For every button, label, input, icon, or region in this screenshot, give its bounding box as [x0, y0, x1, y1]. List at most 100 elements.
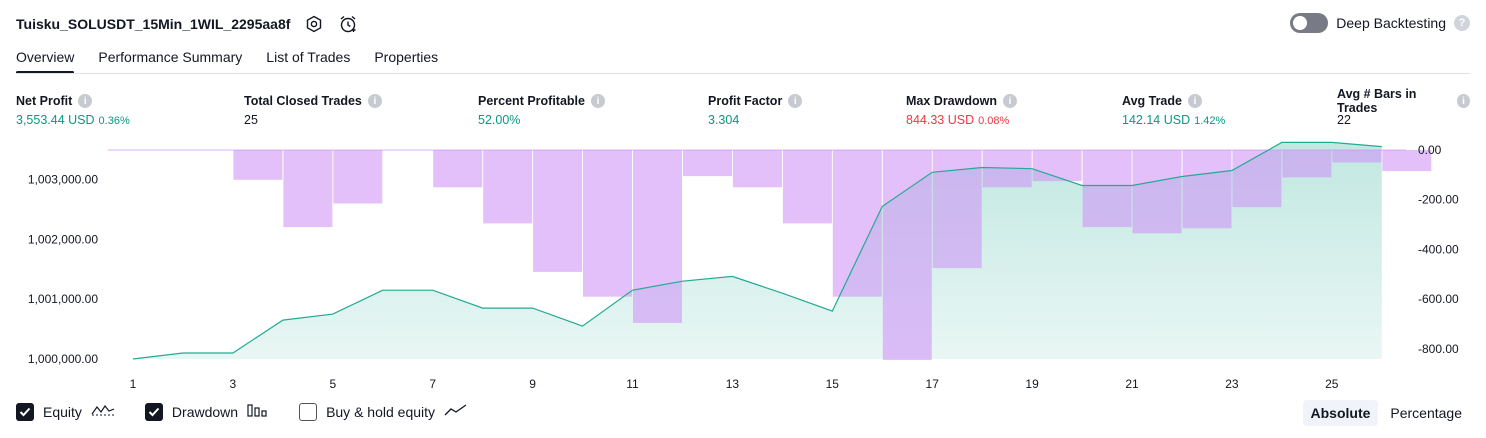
- stat-label: Percent Profitable: [478, 94, 585, 108]
- add-alert-icon[interactable]: [338, 14, 358, 34]
- info-icon[interactable]: i: [1187, 94, 1202, 108]
- x-tick-label: 13: [726, 377, 740, 391]
- stat-value: 142.14 USD: [1122, 113, 1191, 127]
- drawdown-bar: [1232, 150, 1282, 208]
- stat-label: Max Drawdown: [906, 94, 997, 108]
- stat-percent-profitable: Percent Profitable i 52.00%: [478, 93, 605, 127]
- x-tick-label: 25: [1325, 377, 1339, 391]
- stat-value: 52.00%: [478, 113, 521, 127]
- absolute-button[interactable]: Absolute: [1302, 400, 1379, 426]
- drawdown-bar: [1082, 150, 1132, 228]
- info-icon[interactable]: i: [1003, 94, 1017, 108]
- scale-mode-switch: Absolute Percentage: [1302, 400, 1471, 426]
- chart-legend: Equity Drawdown Buy & hold equity: [16, 402, 468, 421]
- stat-net-profit: Net Profit i 3,553.44 USD 0.36%: [16, 93, 130, 127]
- stat-value: 3.304: [708, 113, 740, 127]
- x-tick-label: 11: [626, 377, 639, 391]
- drawdown-bar: [483, 150, 533, 224]
- tab-overview[interactable]: Overview: [16, 44, 75, 74]
- drawdown-bar: [633, 150, 682, 323]
- info-icon[interactable]: i: [367, 94, 382, 108]
- stat-label: Net Profit: [16, 94, 73, 108]
- x-tick-label: 3: [230, 377, 237, 391]
- tab-performance-summary[interactable]: Performance Summary: [98, 44, 242, 74]
- info-icon[interactable]: i: [590, 94, 605, 108]
- stat-value: 22: [1337, 113, 1351, 127]
- tab-properties[interactable]: Properties: [374, 44, 438, 74]
- y-right-tick-label: 0.00: [1418, 143, 1442, 157]
- stat-value: 844.33 USD: [906, 113, 975, 127]
- strategy-title: Tuisku_SOLUSDT_15Min_1WIL_2295aa8f: [16, 16, 291, 32]
- drawdown-bar: [333, 150, 383, 204]
- stat-percent: 0.08%: [978, 115, 1010, 127]
- drawdown-bar: [583, 150, 632, 297]
- percentage-button[interactable]: Percentage: [1382, 400, 1470, 426]
- legend-drawdown-label: Drawdown: [171, 403, 239, 420]
- buy-hold-line-icon: [444, 403, 468, 420]
- y-left-tick-label: 1,002,000.00: [28, 232, 98, 246]
- deep-backtesting: Deep Backtesting ?: [1290, 13, 1470, 33]
- stat-label: Avg Trade: [1122, 94, 1182, 108]
- stat-label: Avg # Bars in Trades: [1337, 87, 1417, 115]
- stat-percent: 0.36%: [98, 115, 130, 127]
- stat-label: Total Closed Trades: [244, 94, 362, 108]
- drawdown-bar: [1032, 150, 1082, 182]
- settings-gear-icon[interactable]: [304, 14, 324, 34]
- info-icon[interactable]: i: [1457, 94, 1470, 108]
- drawdown-bar: [782, 150, 832, 224]
- legend-buy-hold[interactable]: Buy & hold equity: [299, 402, 468, 421]
- drawdown-bar: [1182, 150, 1232, 229]
- x-tick-label: 23: [1225, 377, 1239, 391]
- equity-checkbox[interactable]: [16, 402, 34, 421]
- stat-value: 25: [244, 113, 258, 127]
- drawdown-bar: [732, 150, 782, 188]
- drawdown-bar: [1332, 150, 1382, 163]
- buy-hold-checkbox[interactable]: [299, 402, 318, 421]
- y-left-tick-label: 1,003,000.00: [28, 173, 98, 187]
- y-right-tick-label: -600.00: [1418, 292, 1459, 306]
- x-tick-label: 7: [429, 377, 436, 391]
- stat-value: 3,553.44 USD: [16, 113, 95, 127]
- legend-equity[interactable]: Equity: [16, 402, 115, 421]
- x-tick-label: 5: [329, 377, 336, 391]
- drawdown-bar: [233, 150, 283, 180]
- x-tick-label: 21: [1125, 377, 1139, 391]
- drawdown-bar: [1132, 150, 1182, 234]
- x-tick-label: 15: [826, 377, 840, 391]
- stat-total-closed-trades: Total Closed Trades i 25: [244, 93, 382, 127]
- x-tick-label: 1: [130, 377, 137, 391]
- equity-drawdown-chart[interactable]: 1 3 5 7 9 11 13 15 17 19 21 23 251,003,000.001,002,0…: [0, 140, 1486, 398]
- legend-drawdown[interactable]: Drawdown: [144, 402, 269, 421]
- x-tick-label: 9: [529, 377, 536, 391]
- legend-equity-label: Equity: [43, 403, 82, 420]
- drawdown-bar: [433, 150, 483, 188]
- drawdown-bar: [283, 150, 333, 228]
- drawdown-bar: [533, 150, 583, 272]
- drawdown-bar: [1282, 150, 1332, 178]
- deep-backtesting-toggle[interactable]: [1290, 13, 1329, 33]
- x-tick-label: 17: [926, 377, 940, 391]
- y-right-tick-label: -800.00: [1418, 342, 1459, 356]
- tab-bar: Overview Performance Summary List of Tra…: [16, 44, 438, 74]
- drawdown-checkbox[interactable]: [144, 402, 163, 421]
- stats-row: Net Profit i 3,553.44 USD 0.36% Total Clos…: [16, 87, 1470, 133]
- stat-max-drawdown: Max Drawdown i 844.33 USD 0.08%: [906, 93, 1017, 127]
- drawdown-bar: [683, 150, 732, 177]
- x-tick-label: 19: [1025, 377, 1039, 391]
- strategy-header: Tuisku_SOLUSDT_15Min_1WIL_2295aa8f: [16, 12, 358, 36]
- stat-percent: 1.42%: [1194, 115, 1226, 127]
- drawdown-bar: [882, 150, 932, 360]
- y-right-tick-label: -400.00: [1418, 242, 1459, 256]
- info-icon[interactable]: i: [788, 94, 803, 108]
- tab-list-of-trades[interactable]: List of Trades: [266, 44, 350, 74]
- info-icon[interactable]: i: [78, 94, 93, 108]
- tab-divider: [16, 73, 1470, 74]
- stat-profit-factor: Profit Factor i 3.304: [708, 93, 803, 127]
- stat-avg-bars: Avg # Bars in Trades i 22: [1337, 87, 1470, 127]
- help-icon[interactable]: ?: [1454, 15, 1470, 31]
- deep-backtesting-label: Deep Backtesting: [1336, 15, 1446, 31]
- y-left-tick-label: 1,001,000.00: [28, 292, 98, 306]
- stat-avg-trade: Avg Trade i 142.14 USD 1.42%: [1122, 93, 1225, 127]
- y-right-tick-label: -200.00: [1418, 193, 1459, 207]
- drawdown-bars-icon: [247, 402, 269, 421]
